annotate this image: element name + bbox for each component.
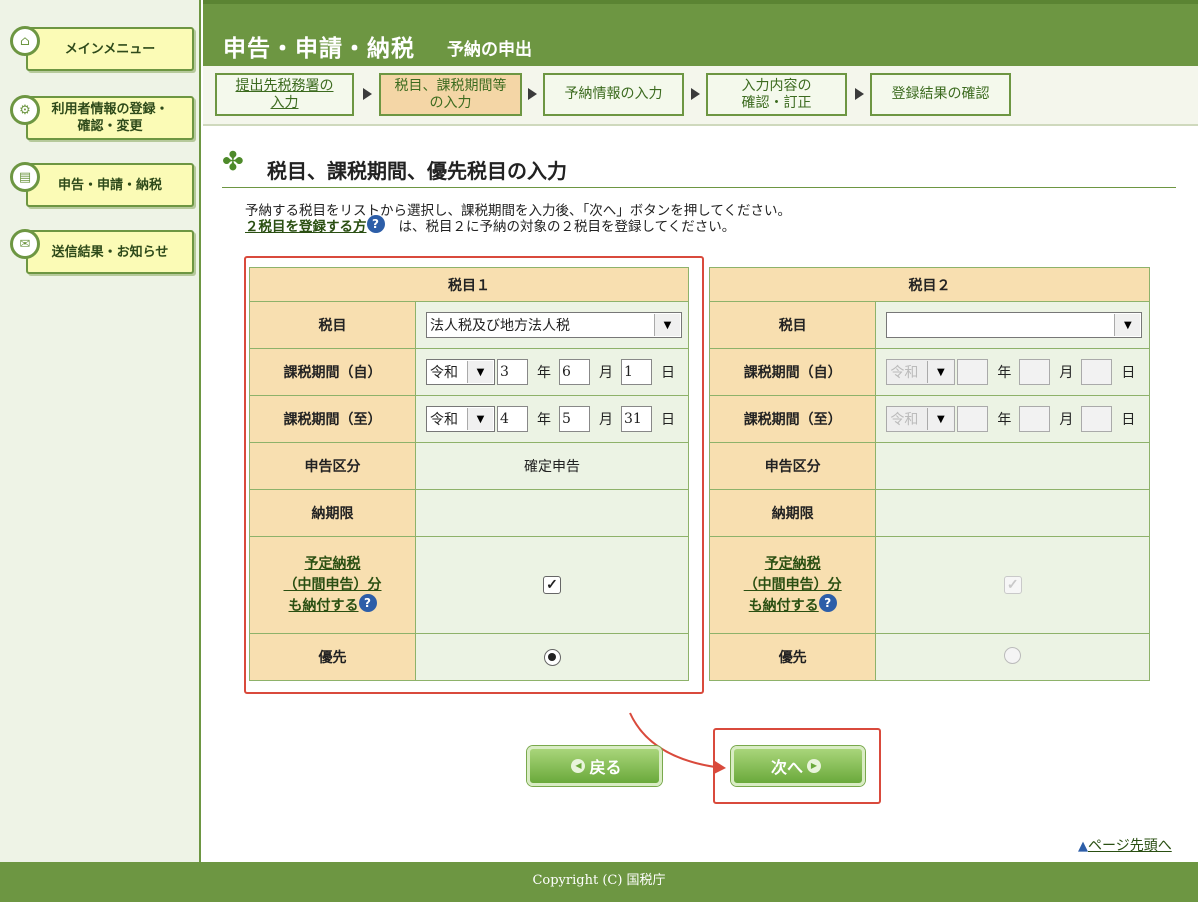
- page-subtitle: 予納の申出: [447, 40, 532, 60]
- button-label: 次へ: [770, 758, 803, 777]
- step-office[interactable]: 提出先税務署の 入力: [215, 73, 354, 116]
- step-result: 登録結果の確認: [870, 73, 1011, 116]
- month-input-from: [1019, 359, 1051, 385]
- sidebar: メインメニュー ⌂ 利用者情報の登録・ 確認・変更 ⚙ 申告・申請・納税 ▤ 送…: [0, 0, 201, 862]
- yotei-line-1: 予定納税: [764, 555, 821, 572]
- copyright: Copyright (C) 国税庁: [532, 873, 666, 888]
- home-icon: ⌂: [10, 26, 40, 56]
- step-arrow-icon: [691, 88, 700, 100]
- sidebar-item-shinkoku[interactable]: 申告・申請・納税: [26, 163, 194, 207]
- nouki-value: [875, 489, 1150, 537]
- chevron-down-icon: ▼: [927, 361, 954, 383]
- chevron-down-icon: ▼: [1114, 314, 1141, 336]
- highlight-box: [244, 256, 704, 694]
- table-header: 税目２: [709, 267, 1150, 302]
- section-heading: ✤ 税目、課税期間、優先税目の入力: [222, 143, 1176, 188]
- yusen-radio-2[interactable]: [1004, 646, 1022, 664]
- yotei-line-2: （中間申告）分: [743, 576, 842, 593]
- next-button[interactable]: 次へ ▶: [731, 746, 865, 786]
- step-label: 入力内容の 確認・訂正: [741, 77, 812, 111]
- unit-label: 月: [1059, 365, 1074, 381]
- sidebar-item-label: 利用者情報の登録・ 確認・変更: [51, 102, 169, 134]
- era-select-from: 令和 ▼: [886, 359, 956, 385]
- era-select-to: 令和 ▼: [886, 406, 956, 432]
- page-top-link[interactable]: ▲ページ先頭へ: [1078, 835, 1172, 855]
- footer: Copyright (C) 国税庁: [0, 862, 1198, 902]
- day-input-from: [1081, 359, 1113, 385]
- step-label: 税目、課税期間等 の入力: [394, 77, 507, 111]
- unit-label: 年: [997, 365, 1012, 381]
- step-confirm: 入力内容の 確認・訂正: [706, 73, 847, 116]
- button-label: 戻る: [589, 758, 622, 777]
- label-nouki: 納期限: [708, 489, 877, 537]
- help-icon[interactable]: ?: [818, 593, 837, 612]
- sidebar-item-label: メインメニュー: [64, 41, 156, 57]
- label-kikan-to: 課税期間（至）: [708, 395, 877, 443]
- label-shinkoku-kubun: 申告区分: [708, 442, 877, 490]
- year-input-from: [957, 359, 989, 385]
- unit-label: 年: [997, 412, 1012, 428]
- clover-icon: ✤: [222, 147, 244, 177]
- arrow-right-icon: ▶: [807, 759, 821, 773]
- back-button[interactable]: ◀ 戻る: [527, 746, 662, 786]
- yotei-nouzei-checkbox: ✓: [1003, 576, 1022, 594]
- step-tax-period: 税目、課税期間等 の入力: [379, 73, 522, 116]
- user-settings-icon: ⚙: [10, 95, 40, 125]
- help-icon[interactable]: ?: [366, 214, 385, 233]
- section-title: 税目、課税期間、優先税目の入力: [267, 159, 567, 183]
- chevron-down-icon: ▼: [927, 408, 954, 430]
- zeimoku-select[interactable]: ▼: [886, 312, 1143, 338]
- sidebar-item-main-menu[interactable]: メインメニュー: [26, 27, 194, 71]
- mail-icon: ✉: [10, 229, 40, 259]
- label-zeimoku: 税目: [708, 301, 877, 349]
- label-yotei-nouzei: 予定納税 （中間申告）分も納付する?: [708, 536, 877, 634]
- sidebar-item-label: 申告・申請・納税: [57, 177, 162, 193]
- tax-item-2-table: 税目２ 税目 ▼ 課税期間（自） 令和 ▼ 年 月 日 課税期間（至） 令和 ▼ 年…: [708, 267, 1150, 681]
- shinkoku-kubun-value: [875, 442, 1150, 490]
- step-label: 登録結果の確認: [891, 86, 990, 102]
- unit-label: 月: [1059, 412, 1074, 428]
- yotei-line-3: も納付する: [748, 597, 819, 614]
- page-header: 申告・申請・納税 予納の申出: [203, 0, 1198, 66]
- instruction-two-items: ２税目を登録する方? は、税目２に予納の対象の２税目を登録してください。: [245, 214, 736, 237]
- arrow-left-icon: ◀: [571, 759, 586, 773]
- page-title: 申告・申請・納税: [223, 35, 415, 62]
- step-arrow-icon: [363, 88, 372, 100]
- select-value: 令和: [890, 412, 919, 428]
- instruction-two-items-text: は、税目２に予納の対象の２税目を登録してください。: [398, 219, 736, 235]
- step-arrow-icon: [855, 88, 864, 100]
- label-kikan-from: 課税期間（自）: [708, 348, 877, 396]
- sidebar-item-label: 送信結果・お知らせ: [51, 244, 169, 260]
- page-top-label: ページ先頭へ: [1088, 838, 1172, 854]
- step-arrow-icon: [528, 88, 537, 100]
- label-yusen: 優先: [708, 633, 877, 681]
- sidebar-item-user-info[interactable]: 利用者情報の登録・ 確認・変更: [26, 96, 194, 140]
- document-icon: ▤: [10, 162, 40, 192]
- step-yono-info: 予納情報の入力: [543, 73, 684, 116]
- step-navigation: 提出先税務署の 入力 税目、課税期間等 の入力 予納情報の入力 入力内容の 確認…: [203, 66, 1198, 126]
- step-label: 予納情報の入力: [564, 86, 663, 102]
- unit-label: 日: [1121, 412, 1136, 428]
- sidebar-item-results[interactable]: 送信結果・お知らせ: [26, 230, 194, 274]
- select-value: 令和: [890, 365, 919, 381]
- day-input-to: [1081, 406, 1113, 432]
- arrow-up-icon: ▲: [1078, 839, 1088, 854]
- two-items-link[interactable]: ２税目を登録する方: [245, 219, 367, 235]
- unit-label: 日: [1121, 365, 1136, 381]
- month-input-to: [1019, 406, 1051, 432]
- step-label: 提出先税務署の 入力: [235, 77, 334, 111]
- year-input-to: [957, 406, 989, 432]
